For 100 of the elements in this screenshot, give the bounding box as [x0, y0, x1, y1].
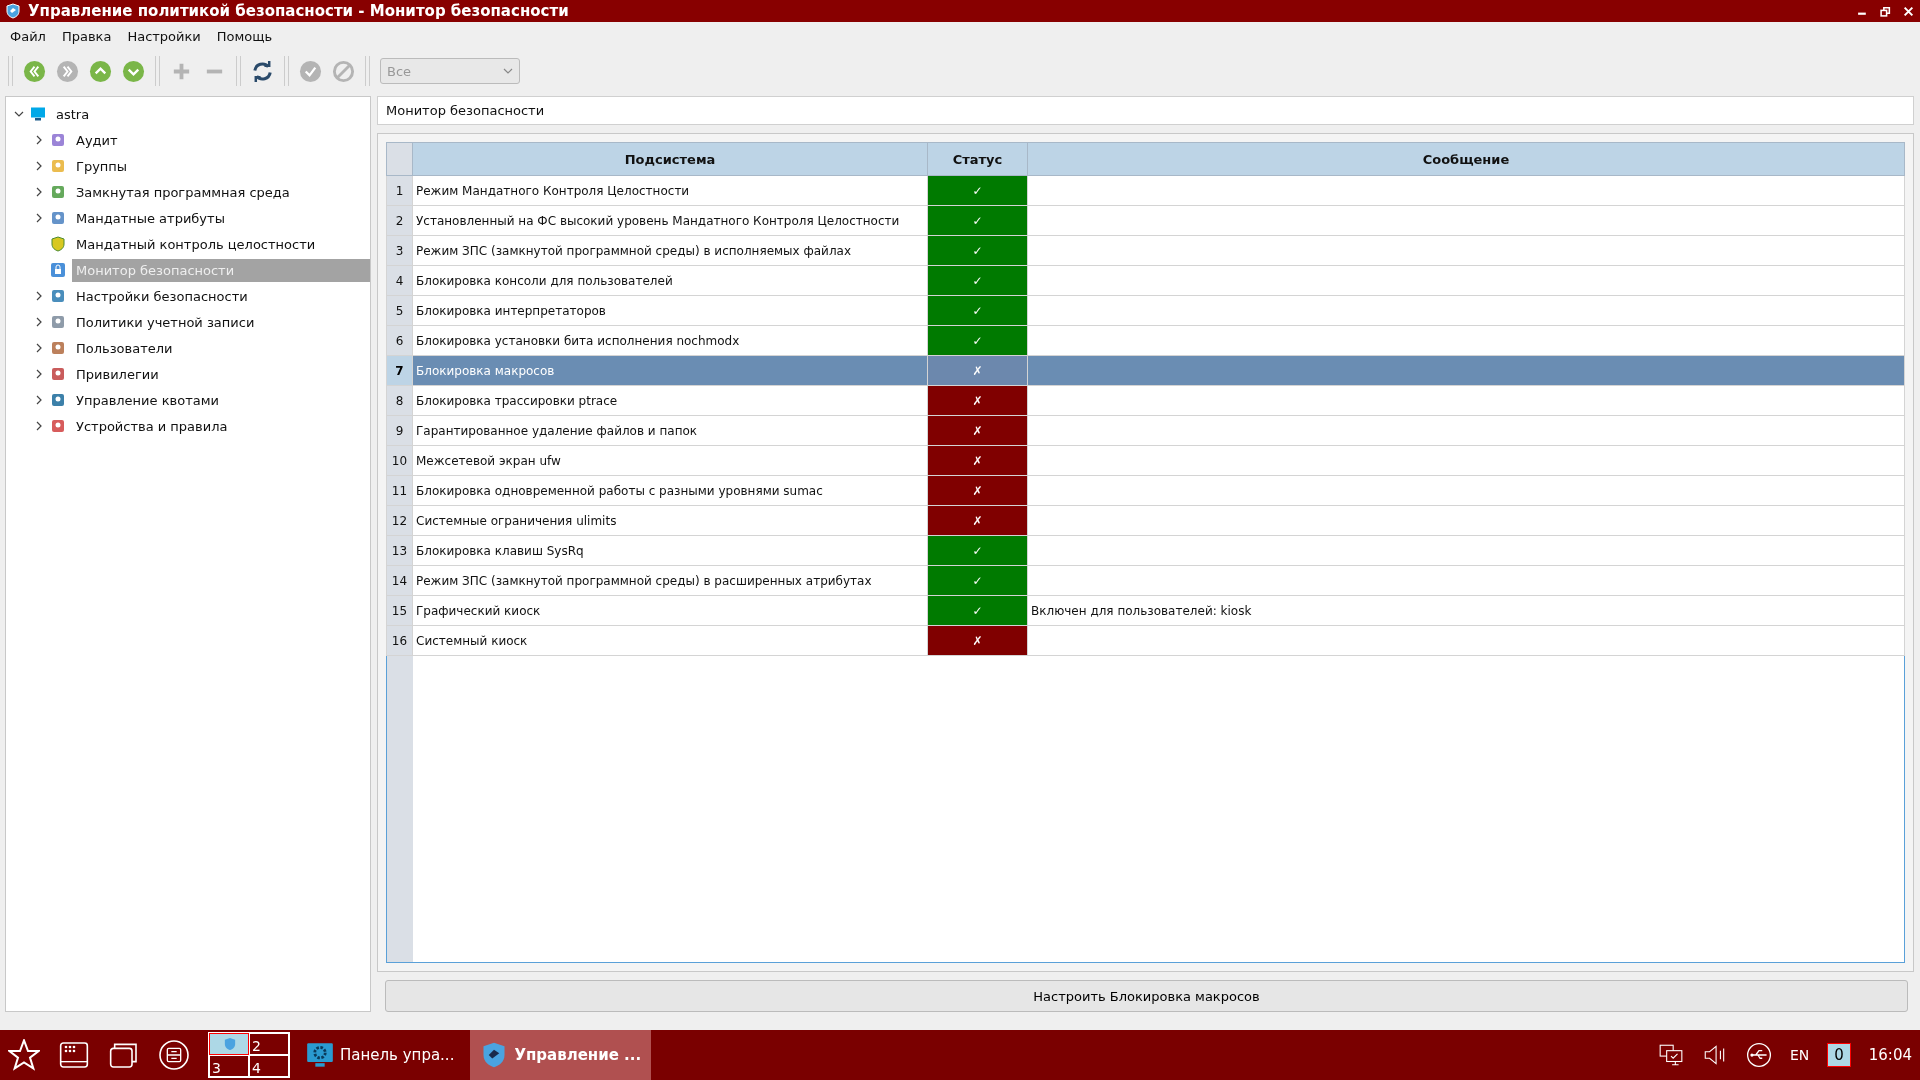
gear-monitor-icon — [306, 1041, 334, 1069]
menu-item[interactable]: Настройки — [121, 26, 207, 46]
tree-item[interactable]: Пользователи — [72, 336, 370, 360]
row-number: 12 — [386, 505, 413, 536]
status-cell: ✓ — [927, 295, 1028, 326]
module-icon — [50, 288, 66, 304]
chevron-right-icon[interactable] — [34, 395, 44, 405]
table-cell: Режим ЗПС (замкнутой программной среды) в расширенных атрибутах — [412, 565, 928, 596]
tree-item[interactable]: Мандатные атрибуты — [72, 206, 370, 230]
taskbar-button[interactable]: Управление ... — [470, 1030, 652, 1080]
column-header[interactable]: Статус — [927, 142, 1028, 176]
status-cell: ✓ — [927, 565, 1028, 596]
tree-item[interactable]: astra — [52, 102, 370, 126]
keyboard-layout[interactable]: EN — [1789, 1047, 1810, 1063]
monitor-icon — [30, 106, 46, 122]
status-cell: ✓ — [927, 175, 1028, 206]
table-cell: Блокировка интерпретаторов — [412, 295, 928, 326]
row-number: 16 — [386, 625, 413, 656]
table-cell: Системные ограничения ulimits — [412, 505, 928, 536]
table-cell: Системный киоск — [412, 625, 928, 656]
star-icon[interactable] — [8, 1039, 40, 1071]
configure-button[interactable]: Настроить Блокировка макросов — [385, 980, 1908, 1012]
desktop-cell[interactable]: 2 — [249, 1033, 289, 1055]
table-cell: Режим Мандатного Контроля Целостности — [412, 175, 928, 206]
chevron-right-icon[interactable] — [34, 161, 44, 171]
chevron-right-icon[interactable] — [34, 291, 44, 301]
status-cell: ✓ — [927, 535, 1028, 566]
status-cell: ✓ — [927, 325, 1028, 356]
restore-icon[interactable] — [1880, 5, 1891, 17]
lock-icon — [50, 262, 66, 278]
desktop-cell[interactable]: 4 — [249, 1055, 289, 1077]
chevron-down-icon[interactable] — [14, 109, 24, 119]
menu-item[interactable]: Помощь — [210, 26, 279, 46]
shield-icon — [224, 1037, 236, 1051]
row-number: 8 — [386, 385, 413, 416]
row-number: 5 — [386, 295, 413, 326]
module-icon — [50, 418, 66, 434]
usb-icon[interactable] — [1745, 1042, 1772, 1068]
status-cell: ✓ — [927, 205, 1028, 236]
app-grid-icon[interactable] — [58, 1039, 90, 1071]
column-header[interactable]: Подсистема — [412, 142, 928, 176]
tree-item[interactable]: Настройки безопасности — [72, 284, 370, 308]
table-cell: Блокировка клавиш SysRq — [412, 535, 928, 566]
menu-item[interactable]: Файл — [4, 26, 52, 46]
taskbar-button[interactable]: Панель упра... — [296, 1030, 465, 1080]
status-cell: ✗ — [927, 355, 1028, 386]
module-icon — [50, 366, 66, 382]
chevron-right-icon[interactable] — [34, 343, 44, 353]
display-icon[interactable] — [1657, 1042, 1684, 1068]
clock[interactable]: 16:04 — [1868, 1046, 1912, 1064]
table-cell: Включен для пользователей: kiosk — [1027, 595, 1905, 626]
row-number: 13 — [386, 535, 413, 566]
tree-item[interactable]: Управление квотами — [72, 388, 370, 412]
module-icon — [50, 184, 66, 200]
row-number: 6 — [386, 325, 413, 356]
drawer-icon[interactable] — [158, 1039, 190, 1071]
module-icon — [50, 314, 66, 330]
close-icon[interactable] — [1903, 5, 1914, 17]
table-cell: Блокировка трассировки ptrace — [412, 385, 928, 416]
chevron-right-icon[interactable] — [34, 213, 44, 223]
row-number: 4 — [386, 265, 413, 296]
app-shield-icon — [6, 3, 20, 19]
tree-item[interactable]: Аудит — [72, 128, 370, 152]
status-cell: ✗ — [927, 385, 1028, 416]
row-number: 15 — [386, 595, 413, 626]
status-cell: ✗ — [927, 505, 1028, 536]
tree-item[interactable]: Мандатный контроль целостности — [72, 232, 370, 256]
caret-icon — [503, 68, 513, 74]
status-cell: ✓ — [927, 235, 1028, 266]
status-cell: ✗ — [927, 625, 1028, 656]
tree-item[interactable]: Устройства и правила — [72, 414, 370, 438]
notification-count[interactable]: 0 — [1827, 1043, 1851, 1067]
table-cell: Гарантированное удаление файлов и папок — [412, 415, 928, 446]
tree-item[interactable]: Привилегии — [72, 362, 370, 386]
module-icon — [50, 132, 66, 148]
row-number: 1 — [386, 175, 413, 206]
table-cell: Межсетевой экран ufw — [412, 445, 928, 476]
table-cell: Блокировка макросов — [412, 355, 928, 386]
column-header[interactable]: Сообщение — [1027, 142, 1905, 176]
desktop-cell[interactable] — [209, 1033, 249, 1055]
module-icon — [50, 392, 66, 408]
chevron-right-icon[interactable] — [34, 317, 44, 327]
desktop-cell[interactable]: 3 — [209, 1055, 249, 1077]
row-number: 10 — [386, 445, 413, 476]
chevron-right-icon[interactable] — [34, 421, 44, 431]
tree-item[interactable]: Политики учетной записи — [72, 310, 370, 334]
status-cell: ✓ — [927, 595, 1028, 626]
row-number: 7 — [386, 355, 413, 386]
chevron-right-icon[interactable] — [34, 187, 44, 197]
chevron-right-icon[interactable] — [34, 135, 44, 145]
chevron-right-icon[interactable] — [34, 369, 44, 379]
tree-item[interactable]: Замкнутая программная среда — [72, 180, 370, 204]
row-number: 9 — [386, 415, 413, 446]
shield-icon — [50, 236, 66, 252]
status-cell: ✗ — [927, 415, 1028, 446]
menu-item[interactable]: Правка — [55, 26, 118, 46]
tree-item[interactable]: Группы — [72, 154, 370, 178]
table-cell: Установленный на ФС высокий уровень Мандатного Контроля Целостности — [412, 205, 928, 236]
table-cell: Блокировка установки бита исполнения nochmodx — [412, 325, 928, 356]
refresh-icon[interactable] — [251, 59, 274, 83]
